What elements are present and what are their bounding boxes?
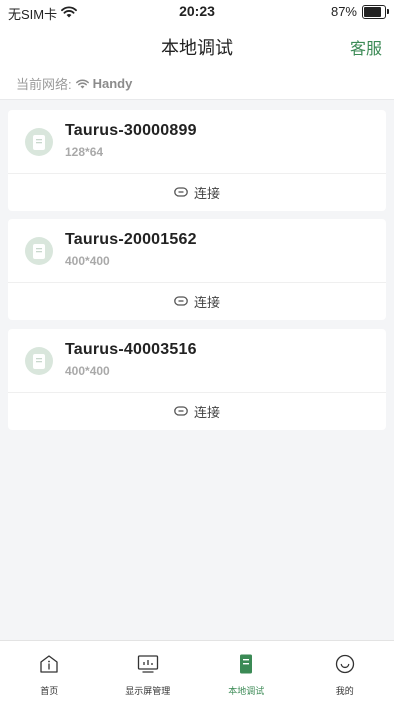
connect-button[interactable]: 连接: [8, 283, 386, 320]
connect-label: 连接: [194, 183, 220, 202]
connect-label: 连接: [194, 292, 220, 311]
device-info[interactable]: Taurus-40003516 400*400: [8, 329, 386, 392]
wifi-icon: [76, 79, 89, 89]
link-icon: [174, 404, 188, 419]
connect-label: 连接: [194, 402, 220, 421]
device-icon: [25, 347, 53, 375]
device-icon: [235, 654, 257, 679]
device-card: Taurus-30000899 128*64 连接: [8, 110, 386, 211]
tab-display-management[interactable]: 显示屏管理: [99, 641, 198, 701]
device-card: Taurus-40003516 400*400 连接: [8, 329, 386, 430]
device-name: Taurus-20001562: [65, 231, 197, 249]
link-icon: [174, 294, 188, 309]
display-icon: [137, 654, 159, 679]
device-info[interactable]: Taurus-20001562 400*400: [8, 219, 386, 282]
navigation-bar: 本地调试 客服: [0, 24, 394, 68]
device-icon: [25, 128, 53, 156]
tab-home[interactable]: 首页: [0, 641, 99, 701]
device-card: Taurus-20001562 400*400 连接: [8, 219, 386, 320]
tab-label: 我的: [336, 684, 354, 697]
page-title: 本地调试: [0, 34, 394, 60]
network-ssid: Handy: [93, 76, 133, 91]
device-resolution: 400*400: [65, 364, 110, 378]
tab-label: 本地调试: [228, 684, 264, 697]
device-info[interactable]: Taurus-30000899 128*64: [8, 110, 386, 173]
tab-label: 首页: [40, 684, 58, 697]
smile-icon: [334, 654, 356, 679]
current-network-row: 当前网络: Handy: [0, 68, 394, 100]
connect-button[interactable]: 连接: [8, 174, 386, 211]
connect-button[interactable]: 连接: [8, 393, 386, 430]
device-icon: [25, 237, 53, 265]
home-icon: [38, 654, 60, 679]
battery-status: 87%: [331, 4, 386, 19]
battery-icon: [362, 5, 386, 19]
device-name: Taurus-30000899: [65, 122, 197, 140]
customer-service-button[interactable]: 客服: [350, 35, 382, 59]
device-name: Taurus-40003516: [65, 341, 197, 359]
network-label: 当前网络:: [16, 74, 72, 93]
device-resolution: 400*400: [65, 254, 110, 268]
device-resolution: 128*64: [65, 145, 103, 159]
tab-mine[interactable]: 我的: [296, 641, 394, 701]
status-bar: 无SIM卡 20:23 87%: [0, 0, 394, 24]
battery-percent: 87%: [331, 4, 357, 19]
tab-label: 显示屏管理: [125, 684, 170, 697]
tab-bar: 首页 显示屏管理 本地调试: [0, 640, 394, 701]
link-icon: [174, 185, 188, 200]
tab-local-debug[interactable]: 本地调试: [197, 641, 296, 701]
